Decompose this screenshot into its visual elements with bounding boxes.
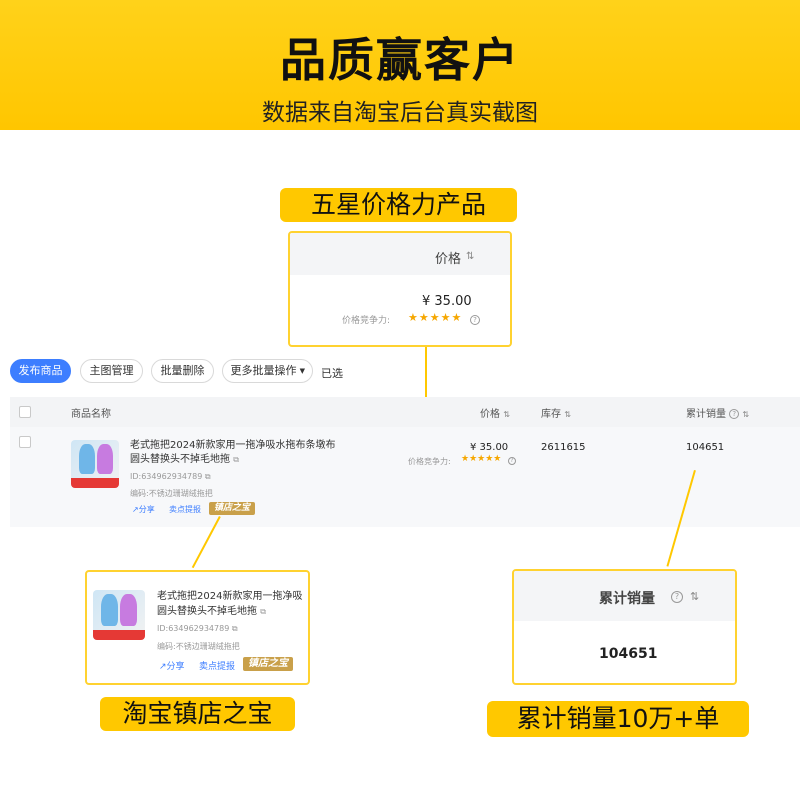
- price-header-label: 价格: [435, 252, 462, 267]
- help-icon[interactable]: ?: [470, 315, 480, 325]
- row-price: ¥ 35.00: [470, 442, 509, 453]
- seller-tip-link[interactable]: 卖点提报: [169, 504, 201, 515]
- product-image[interactable]: [71, 440, 119, 488]
- cumulative-sales-label: 累计销量10万+单: [487, 701, 749, 737]
- callout-badge: 镇店之宝: [243, 657, 293, 671]
- share-icon: ↗: [159, 662, 167, 672]
- price-power-label: 五星价格力产品: [280, 188, 517, 222]
- copy-icon: ⧉: [231, 624, 238, 633]
- sales-callout: 累计销量 ? ⇅ 104651: [512, 569, 737, 685]
- column-price[interactable]: 价格 ⇅: [480, 405, 510, 420]
- column-sales[interactable]: 累计销量 ? ⇅: [686, 405, 749, 420]
- header-banner: 品质赢客户 数据来自淘宝后台真实截图: [0, 0, 800, 130]
- sort-icon[interactable]: ⇅: [466, 251, 474, 262]
- callout-product-code: 编码:不锈边珊瑚绒拖把: [157, 642, 240, 651]
- copy-icon[interactable]: ⧉: [205, 472, 211, 481]
- row-stock: 2611615: [541, 442, 586, 453]
- product-title-line2[interactable]: 圆头替换头不掉毛地拖 ⧉: [130, 453, 239, 467]
- callout-seller-tip: 卖点提报: [199, 662, 236, 672]
- image-badge: [93, 630, 145, 640]
- publish-button[interactable]: 发布商品: [10, 359, 71, 383]
- price-callout-header: 价格 ⇅: [290, 233, 510, 275]
- callout-title-line2: 圆头替换头不掉毛地拖 ⧉: [157, 605, 266, 619]
- help-icon[interactable]: ?: [729, 409, 740, 419]
- price-callout: 价格 ⇅ ¥ 35.00 价格竞争力: ★★★★★ ?: [288, 231, 512, 347]
- help-icon: ?: [671, 591, 683, 603]
- more-batch-label: 更多批量操作: [230, 364, 297, 377]
- price-competitiveness-label: 价格竞争力:: [342, 316, 391, 326]
- chevron-down-icon: ▼: [299, 367, 305, 375]
- column-name: 商品名称: [71, 409, 111, 420]
- main-image-button[interactable]: 主图管理: [80, 359, 143, 383]
- help-icon[interactable]: ?: [508, 457, 516, 465]
- sales-value: 104651: [599, 646, 658, 662]
- store-treasure-label: 淘宝镇店之宝: [100, 697, 295, 731]
- product-title-line2-text: 圆头替换头不掉毛地拖: [130, 454, 230, 465]
- copy-icon[interactable]: ⧉: [233, 455, 239, 464]
- banner-title: 品质赢客户: [280, 33, 520, 87]
- callout-title-line2-text: 圆头替换头不掉毛地拖: [157, 606, 257, 617]
- table-header: 商品名称 价格 ⇅ 库存 ⇅ 累计销量 ? ⇅: [10, 397, 800, 427]
- select-all-checkbox[interactable]: [19, 406, 31, 418]
- more-batch-button[interactable]: 更多批量操作 ▼: [222, 359, 313, 383]
- product-code: 编码:不锈边珊瑚绒拖把: [130, 489, 213, 498]
- sort-icon[interactable]: ⇅: [564, 410, 571, 419]
- column-stock-label: 库存: [541, 409, 561, 420]
- column-sales-label: 累计销量: [686, 409, 726, 420]
- callout-product-id: ID:634962934789 ⧉: [157, 624, 238, 634]
- sales-header-label: 累计销量: [599, 591, 655, 607]
- column-price-label: 价格: [480, 409, 500, 420]
- mop-pink-shape: [120, 594, 137, 626]
- share-label: 分享: [138, 505, 155, 514]
- product-title-line1[interactable]: 老式拖把2024新款家用一拖净吸水拖布条墩布: [130, 439, 335, 453]
- selected-count: 已选: [321, 367, 343, 380]
- star-rating-icon: ★★★★★: [461, 454, 502, 464]
- sort-icon: ⇅: [690, 590, 700, 603]
- sales-callout-header: 累计销量 ? ⇅: [514, 571, 735, 621]
- share-link[interactable]: ↗分享: [132, 504, 155, 515]
- callout-product-id-text: ID:634962934789: [157, 624, 230, 633]
- price-value: ¥ 35.00: [422, 294, 472, 309]
- copy-icon: ⧉: [260, 607, 266, 616]
- star-rating-icon: ★★★★★: [408, 311, 463, 324]
- row-sales: 104651: [686, 442, 725, 453]
- product-id-text: ID:634962934789: [130, 472, 203, 481]
- product-callout: 老式拖把2024新款家用一拖净吸 圆头替换头不掉毛地拖 ⧉ ID:6349629…: [85, 570, 310, 685]
- product-image: [93, 590, 145, 640]
- callout-share-label: 分享: [166, 662, 185, 672]
- callout-share-link: ↗分享: [159, 659, 185, 672]
- row-competitiveness-label: 价格竞争力:: [408, 457, 451, 466]
- sort-icon[interactable]: ⇅: [503, 410, 510, 419]
- row-checkbox[interactable]: [19, 436, 31, 448]
- batch-delete-button[interactable]: 批量删除: [151, 359, 214, 383]
- store-treasure-badge: 镇店之宝: [209, 502, 255, 515]
- sort-icon[interactable]: ⇅: [742, 410, 749, 419]
- product-id: ID:634962934789 ⧉: [130, 472, 211, 482]
- mop-blue-shape: [101, 594, 118, 626]
- callout-title-line1: 老式拖把2024新款家用一拖净吸: [157, 591, 303, 602]
- mop-pink-shape: [97, 444, 113, 474]
- banner-subtitle: 数据来自淘宝后台真实截图: [262, 100, 538, 126]
- column-stock[interactable]: 库存 ⇅: [541, 405, 571, 420]
- mop-blue-shape: [79, 444, 95, 474]
- share-icon: ↗: [132, 505, 139, 514]
- image-badge: [71, 478, 119, 488]
